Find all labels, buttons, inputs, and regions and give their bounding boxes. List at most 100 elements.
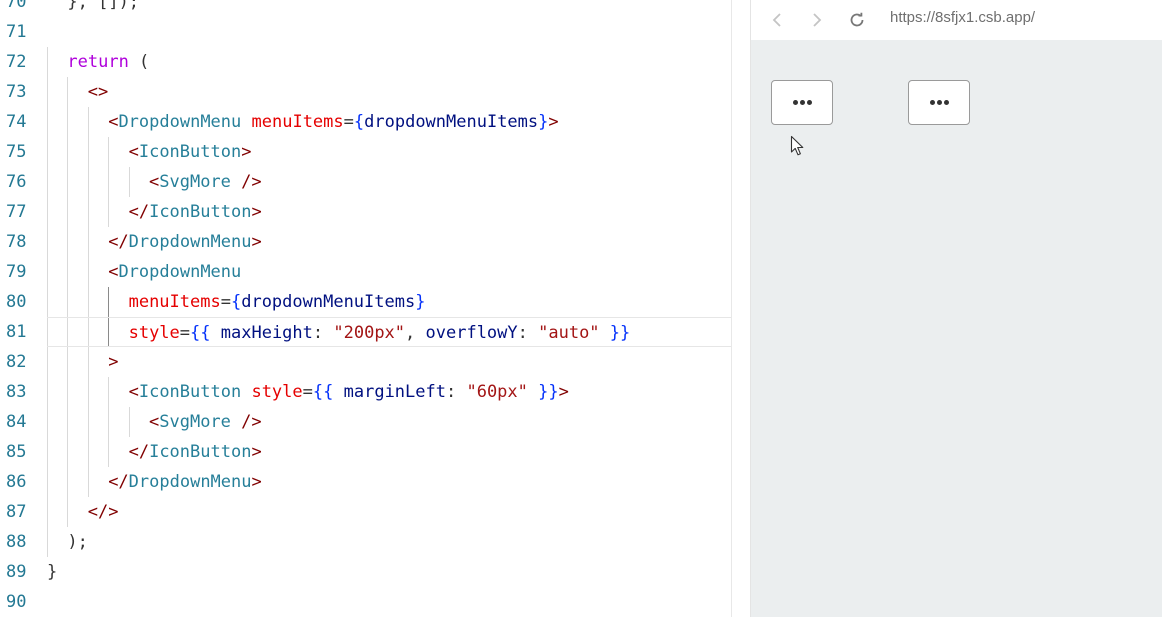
code-line[interactable]: </DropdownMenu> <box>47 467 732 497</box>
line-number: 90 <box>6 592 27 612</box>
code-token: } <box>538 112 549 132</box>
code-line[interactable]: </> <box>47 497 732 527</box>
code-token: IconButton <box>138 142 242 162</box>
code-token: </ <box>128 442 150 462</box>
code-line[interactable]: <> <box>47 77 732 107</box>
code-line[interactable]: <SvgMore /> <box>47 167 732 197</box>
code-line[interactable]: </IconButton> <box>47 197 732 227</box>
code-token: > <box>548 112 559 132</box>
code-token: < <box>149 412 160 432</box>
code-token: </ <box>108 472 129 492</box>
code-line[interactable]: </DropdownMenu> <box>47 227 732 257</box>
code-token: ); <box>67 532 88 552</box>
code-token: DropdownMenu <box>118 262 242 282</box>
code-token: < <box>149 172 160 192</box>
code-editor[interactable]: 70 71 72 73 74 75 76 77 78 79 80 81 82 83 84 85 86 87 88 89… <box>0 0 750 617</box>
code-token: return <box>67 52 129 72</box>
address-bar[interactable]: https://8sfjx1.csb.app/ <box>890 0 1035 36</box>
line-number: 88 <box>6 532 27 552</box>
code-token: /> <box>230 412 262 432</box>
line-number: 78 <box>6 232 27 252</box>
code-line[interactable]: <IconButton style={{ marginLeft: "60px" … <box>47 377 732 407</box>
line-number: 75 <box>6 142 27 162</box>
code-token: </ <box>108 232 129 252</box>
code-token: </ <box>128 202 150 222</box>
code-token: SvgMore <box>159 412 231 432</box>
code-token: : <box>445 382 467 402</box>
forward-button[interactable] <box>805 8 829 32</box>
code-token: </> <box>87 502 119 522</box>
code-token: marginLeft <box>343 382 446 402</box>
more-horizontal-icon <box>929 100 949 105</box>
code-line[interactable] <box>47 17 732 47</box>
code-token: > <box>251 442 262 462</box>
back-button[interactable] <box>765 8 789 32</box>
line-number: 83 <box>6 382 27 402</box>
code-token: dropdownMenuItems <box>241 292 416 312</box>
code-line[interactable]: return ( <box>47 47 732 77</box>
code-token: < <box>128 142 139 162</box>
more-horizontal-icon <box>792 100 812 105</box>
code-token: : <box>312 323 334 343</box>
code-line[interactable]: <SvgMore /> <box>47 407 732 437</box>
code-token: style <box>128 323 180 343</box>
code-line[interactable]: > <box>47 347 732 377</box>
line-number: 73 <box>6 82 27 102</box>
line-number: 70 <box>6 0 27 12</box>
code-line[interactable]: menuItems={dropdownMenuItems} <box>47 287 732 317</box>
chevron-right-icon <box>813 13 822 27</box>
chevron-left-icon <box>772 13 781 27</box>
code-token: } <box>415 292 426 312</box>
code-token: DropdownMenu <box>128 472 252 492</box>
code-token: overflowY <box>425 323 518 343</box>
line-number: 84 <box>6 412 27 432</box>
code-token: dropdownMenuItems <box>364 112 539 132</box>
code-line[interactable]: }, []); <box>47 0 732 17</box>
code-line[interactable] <box>47 587 732 617</box>
code-token: > <box>251 472 262 492</box>
line-number: 87 <box>6 502 27 522</box>
more-button-1[interactable] <box>771 80 833 125</box>
code-line[interactable]: style={{ maxHeight: "200px", overflowY: … <box>47 317 732 347</box>
code-line[interactable]: <IconButton> <box>47 137 732 167</box>
code-line[interactable]: </IconButton> <box>47 437 732 467</box>
line-number: 79 <box>6 262 27 282</box>
code-token: "200px" <box>333 323 406 343</box>
code-token: DropdownMenu <box>128 232 252 252</box>
code-token: : <box>517 323 539 343</box>
reload-button[interactable] <box>845 8 869 32</box>
line-number: 82 <box>6 352 27 372</box>
code-token: = <box>302 382 313 402</box>
code-token: {{ <box>190 323 211 343</box>
code-line[interactable]: <DropdownMenu menuItems={dropdownMenuIte… <box>47 107 732 137</box>
code-token: { <box>230 292 242 312</box>
editor-scrollbar[interactable] <box>731 0 732 617</box>
more-button-2[interactable] <box>908 80 970 125</box>
code-token: style <box>251 382 303 402</box>
code-token: }} <box>538 382 559 402</box>
code-line[interactable]: <DropdownMenu <box>47 257 732 287</box>
code-token: < <box>128 382 139 402</box>
browser-preview: https://8sfjx1.csb.app/ <box>750 0 1162 617</box>
code-token: menuItems <box>251 112 344 132</box>
line-number: 76 <box>6 172 27 192</box>
code-line[interactable]: ); <box>47 527 732 557</box>
code-token: = <box>343 112 354 132</box>
reload-icon <box>850 12 864 27</box>
code-token: }} <box>609 323 631 343</box>
code-token: IconButton <box>149 442 252 462</box>
code-token: }, []); <box>67 0 140 12</box>
code-token: "auto" <box>538 323 600 343</box>
code-line[interactable]: } <box>47 557 732 587</box>
browser-toolbar: https://8sfjx1.csb.app/ <box>751 0 1162 40</box>
line-number: 89 <box>6 562 27 582</box>
code-token: { <box>353 112 365 132</box>
line-number: 86 <box>6 472 27 492</box>
code-token: menuItems <box>128 292 221 312</box>
code-token: SvgMore <box>159 172 231 192</box>
